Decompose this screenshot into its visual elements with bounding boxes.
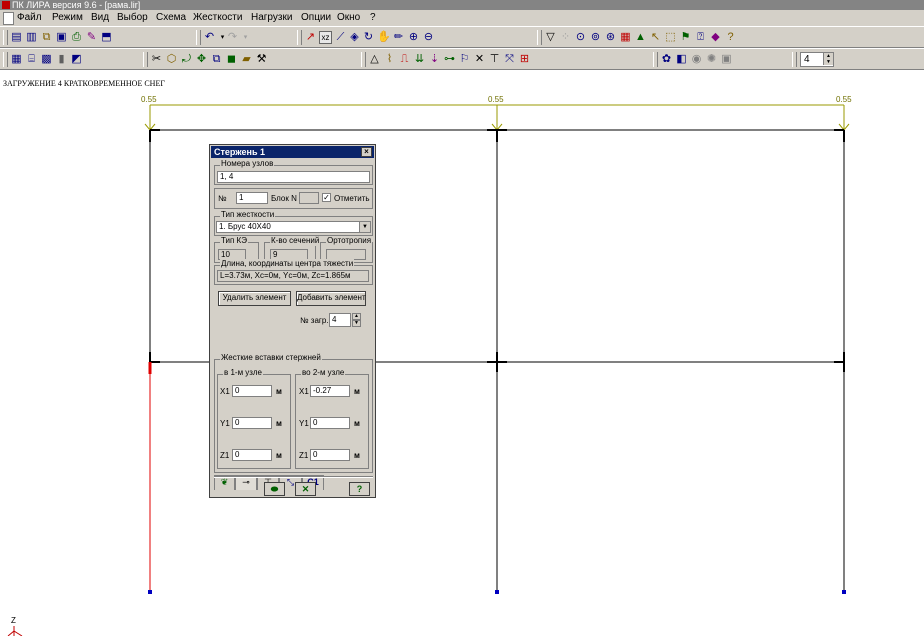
node2-group-label: во 2-м узле: [301, 368, 346, 378]
support-nodes: [148, 590, 846, 594]
node2-x1-field[interactable]: -0.27: [310, 385, 350, 397]
node1-group-label: в 1-м узле: [223, 368, 264, 378]
node2-z1-field[interactable]: 0: [310, 449, 350, 461]
length-group-label: Длина, координаты центра тяжести: [220, 259, 355, 269]
spin-up-icon[interactable]: ▲: [352, 313, 361, 320]
node1-x1-field[interactable]: 0: [232, 385, 272, 397]
unit-label: м: [354, 387, 360, 396]
nodes-group-label: Номера узлов: [220, 159, 275, 169]
cancel-icon: ✕: [301, 484, 310, 494]
node2-y1-field[interactable]: 0: [310, 417, 350, 429]
axes-tab-icon: ⤡: [286, 477, 295, 487]
load-number-label: № загр.: [300, 316, 329, 325]
spin-down-icon[interactable]: ▼: [352, 320, 361, 327]
inserts-group-label: Жесткие вставки стержней: [220, 353, 322, 363]
length-field: L=3.73м, Xc=0м, Yc=0м, Zc=1.865м: [217, 270, 369, 282]
node1-y1-label: Y1: [220, 419, 230, 428]
stiffness-select[interactable]: 1. Брус 40Х40 ▼: [216, 221, 371, 233]
mark-label: Отметить: [334, 194, 370, 203]
block-label: Блок N: [271, 194, 297, 203]
block-field[interactable]: [299, 192, 319, 204]
node2-z1-label: Z1: [299, 451, 309, 460]
node2-x1-label: X1: [299, 387, 309, 396]
sections-label: К-во сечений: [270, 236, 321, 246]
nodes-field[interactable]: 1, 4: [217, 171, 370, 183]
insert-tab-icon: ⊸: [242, 477, 250, 487]
load-arrow-middle: [491, 105, 503, 131]
axes-indicator: [7, 626, 23, 636]
chevron-down-icon[interactable]: ▼: [359, 222, 370, 232]
apply-icon: ⬬: [270, 484, 279, 494]
dialog-divider: [214, 476, 373, 478]
load-arrow-left: [144, 105, 156, 131]
stiffness-tab-icon: ❦: [220, 477, 229, 487]
unit-label: м: [276, 387, 282, 396]
frame-canvas[interactable]: [0, 0, 924, 636]
unit-label: м: [276, 419, 282, 428]
help-button[interactable]: ?: [349, 482, 370, 496]
stiffness-value: 1. Брус 40Х40: [219, 222, 271, 231]
cancel-button[interactable]: ✕: [295, 482, 316, 496]
nodes-group: Номера узлов 1, 4: [214, 159, 373, 185]
element-number-field[interactable]: 1: [236, 192, 268, 204]
node1-x1-label: X1: [220, 387, 230, 396]
node2-y1-label: Y1: [299, 419, 309, 428]
dialog-load-number-field[interactable]: 4: [329, 313, 351, 327]
node1-y1-field[interactable]: 0: [232, 417, 272, 429]
delete-element-button[interactable]: Удалить элемент: [218, 291, 291, 306]
node1-z1-field[interactable]: 0: [232, 449, 272, 461]
ke-type-label: Тип КЭ: [220, 236, 248, 246]
mark-checkbox[interactable]: ✓: [322, 193, 331, 202]
node1-z1-label: Z1: [220, 451, 230, 460]
element-dialog: Стержень 1 × Номера узлов 1, 4 № 1 Блок …: [209, 144, 376, 498]
close-icon[interactable]: ×: [361, 147, 372, 157]
stiffness-group-label: Тип жесткости: [220, 210, 276, 220]
dialog-title-bar[interactable]: Стержень 1 ×: [211, 146, 374, 158]
load-arrow-right: [838, 105, 850, 131]
ortho-label: Ортотропия: [326, 236, 373, 246]
unit-label: м: [354, 419, 360, 428]
axis-z-label: Z: [11, 616, 16, 625]
unit-label: м: [354, 451, 360, 460]
apply-button[interactable]: ⬬: [264, 482, 285, 496]
add-element-button[interactable]: Добавить элемент: [296, 291, 366, 306]
number-label: №: [218, 194, 227, 203]
dialog-title: Стержень 1: [214, 147, 266, 157]
unit-label: м: [276, 451, 282, 460]
